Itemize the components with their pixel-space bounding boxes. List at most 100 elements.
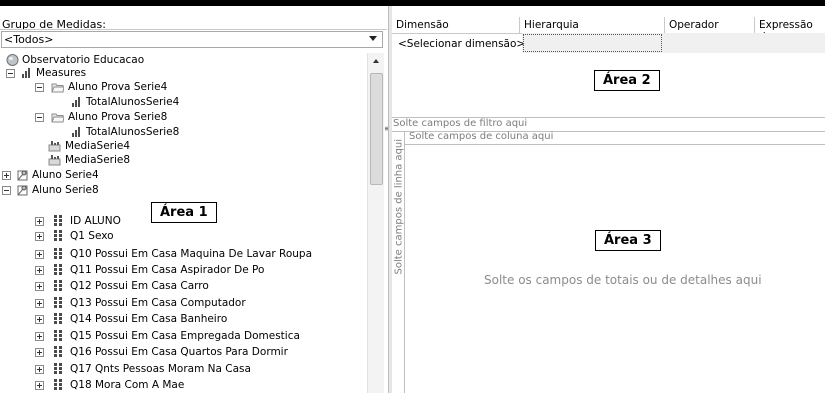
collapse-icon[interactable] — [35, 83, 44, 92]
measure-group-select[interactable]: <Todos> — [1, 31, 383, 48]
expand-icon[interactable] — [35, 332, 44, 341]
tree-item-label: Aluno Serie8 — [32, 184, 99, 196]
attribute-icon — [54, 280, 62, 291]
filter-drop-zone[interactable]: Solte campos de filtro aqui — [392, 117, 825, 132]
area-2-callout: Área 2 — [594, 70, 660, 91]
totals-drop-text[interactable]: Solte os campos de totais ou de detalhes… — [484, 273, 762, 287]
tree-item-label: TotalAlunosSerie4 — [86, 96, 180, 108]
area-1-callout: Área 1 — [151, 202, 217, 223]
dimension-icon — [17, 170, 28, 181]
tree-item-label: TotalAlunosSerie8 — [86, 126, 180, 138]
folder-icon — [51, 113, 64, 123]
tree-item-attribute[interactable]: Q12 Possui Em Casa Carro — [0, 279, 366, 294]
column-header-operator[interactable]: Operador — [669, 19, 719, 31]
expand-icon[interactable] — [35, 217, 44, 226]
tree-item-attribute[interactable]: Q15 Possui Em Casa Empregada Domestica — [0, 329, 366, 344]
query-designer-pane: Dimensão Hierarquia Operador Expressão d… — [392, 6, 825, 393]
tree-item-label: Q12 Possui Em Casa Carro — [70, 280, 209, 292]
attribute-icon — [54, 264, 62, 275]
expand-icon[interactable] — [35, 315, 44, 324]
tree-item-folder[interactable]: Aluno Prova Serie8 — [0, 110, 366, 125]
tree-item-folder[interactable]: Aluno Prova Serie4 — [0, 80, 366, 95]
tree-item-label: Q16 Possui Em Casa Quartos Para Dormir — [70, 346, 288, 358]
divider — [0, 29, 387, 30]
expand-icon[interactable] — [35, 282, 44, 291]
collapse-icon[interactable] — [35, 113, 44, 122]
tree-item-attribute[interactable]: Q18 Mora Com A Mae — [0, 378, 366, 393]
column-header-dimension[interactable]: Dimensão — [396, 19, 449, 31]
tree-item-label: Aluno Prova Serie8 — [68, 111, 168, 123]
tree-item-dimension[interactable]: Aluno Serie4 — [0, 168, 366, 183]
expand-icon[interactable] — [35, 299, 44, 308]
collapse-icon[interactable] — [6, 69, 15, 78]
tree-item-attribute[interactable]: Q17 Qnts Pessoas Moram Na Casa — [0, 362, 366, 377]
tree-item-measures[interactable]: Measures — [0, 66, 366, 81]
tree-item-label: Aluno Prova Serie4 — [68, 81, 168, 93]
tree-item-measure[interactable]: TotalAlunosSerie4 — [0, 95, 366, 110]
tree-item-label: ID ALUNO — [70, 215, 121, 227]
tree-item-label: Aluno Serie4 — [32, 169, 99, 181]
cube-icon — [6, 54, 19, 66]
folder-icon — [51, 83, 64, 93]
tree-item-label: Q18 Mora Com A Mae — [70, 379, 185, 391]
column-drop-text: Solte campos de coluna aqui — [409, 131, 554, 142]
tree-item-label: MediaSerie8 — [65, 154, 131, 166]
tree-item-dimension[interactable]: Aluno Serie8 — [0, 183, 366, 198]
tree-item-attribute[interactable]: Q11 Possui Em Casa Aspirador De Po — [0, 263, 366, 278]
hierarchy-cell-focus[interactable] — [523, 34, 662, 52]
expand-icon[interactable] — [35, 348, 44, 357]
select-dimension-cell[interactable]: <Selecionar dimensão> — [398, 38, 525, 50]
collapse-icon[interactable] — [2, 186, 11, 195]
scroll-up-icon[interactable] — [373, 59, 379, 63]
attribute-icon — [54, 313, 62, 324]
dimension-icon — [17, 185, 28, 196]
tree-item-label: Measures — [36, 67, 87, 79]
tree-item-attribute[interactable]: Q14 Possui Em Casa Banheiro — [0, 312, 366, 327]
tree-item-label: Q10 Possui Em Casa Maquina De Lavar Roup… — [70, 248, 313, 260]
attribute-icon — [54, 297, 62, 308]
expand-icon[interactable] — [2, 171, 11, 180]
attribute-icon — [54, 330, 62, 341]
attribute-icon — [54, 248, 62, 259]
expand-icon[interactable] — [35, 381, 44, 390]
attribute-icon — [54, 215, 62, 226]
column-separator — [519, 17, 520, 33]
attribute-icon — [54, 346, 62, 357]
measure-icon — [72, 127, 80, 137]
attribute-icon — [54, 363, 62, 374]
tree-item-attribute[interactable]: Q16 Possui Em Casa Quartos Para Dormir — [0, 345, 366, 360]
column-header-hierarchy[interactable]: Hierarquia — [524, 19, 579, 31]
area-3-callout: Área 3 — [595, 230, 661, 251]
tree-item-label: Q17 Qnts Pessoas Moram Na Casa — [70, 363, 251, 375]
expand-icon[interactable] — [35, 266, 44, 275]
attribute-icon — [54, 379, 62, 390]
expand-icon[interactable] — [35, 250, 44, 259]
column-separator — [754, 17, 755, 33]
expand-icon[interactable] — [35, 232, 44, 241]
tree-item-label: Q1 Sexo — [70, 230, 114, 242]
row-drop-text: Solte campos de linha aqui — [393, 138, 405, 275]
scroll-thumb[interactable] — [370, 73, 383, 185]
column-drop-zone[interactable]: Solte campos de coluna aqui — [404, 131, 825, 145]
filter-drop-text: Solte campos de filtro aqui — [393, 118, 528, 129]
expand-icon[interactable] — [35, 365, 44, 374]
tree-item-label: Q11 Possui Em Casa Aspirador De Po — [70, 264, 265, 276]
chevron-down-icon[interactable] — [369, 36, 377, 41]
tree-item-label: Q14 Possui Em Casa Banheiro — [70, 313, 228, 325]
calculated-measure-icon — [48, 155, 61, 166]
tree-item-calculated-measure[interactable]: MediaSerie4 — [0, 139, 366, 154]
attribute-icon — [54, 230, 62, 241]
filter-grid-header: Dimensão Hierarquia Operador Expressão d… — [392, 17, 825, 43]
tree-item-attribute[interactable]: Q13 Possui Em Casa Computador — [0, 296, 366, 311]
tree-item-label: Q15 Possui Em Casa Empregada Domestica — [70, 330, 300, 342]
tree-item-attribute[interactable]: Q10 Possui Em Casa Maquina De Lavar Roup… — [0, 247, 366, 262]
tree-item-attribute[interactable]: Q1 Sexo — [0, 229, 366, 244]
measure-group-select-value: <Todos> — [4, 33, 54, 46]
tree-item-measure[interactable]: TotalAlunosSerie8 — [0, 125, 366, 140]
measures-icon — [22, 68, 30, 78]
tree-item-calculated-measure[interactable]: MediaSerie8 — [0, 153, 366, 168]
tree-item-label: MediaSerie4 — [65, 140, 131, 152]
tree-item-label: Q13 Possui Em Casa Computador — [70, 297, 246, 309]
tree-scrollbar[interactable] — [367, 53, 384, 393]
row-drop-zone[interactable]: Solte campos de linha aqui — [392, 131, 405, 393]
